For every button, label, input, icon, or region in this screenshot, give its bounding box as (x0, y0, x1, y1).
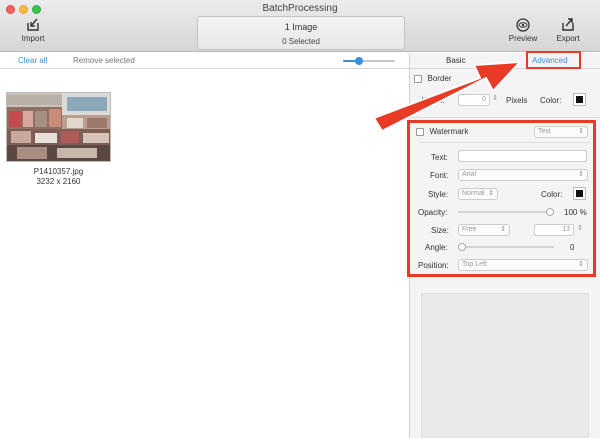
border-width-value: 0 (482, 96, 486, 103)
remove-selected-link[interactable]: Remove selected (73, 56, 135, 65)
clear-all-link[interactable]: Clear all (18, 56, 47, 65)
border-pixels-label: Pixels (506, 96, 528, 105)
image-item[interactable]: P1410357.jpg 3232 x 2160 (6, 92, 111, 186)
thumbnail-photo (7, 93, 110, 161)
image-dimensions: 3232 x 2160 (36, 177, 81, 186)
export-label: Export (556, 34, 580, 43)
import-button[interactable]: Import (11, 18, 55, 43)
preview-label: Preview (508, 34, 538, 43)
border-color-well[interactable] (573, 93, 586, 106)
image-count: 1 Image (284, 22, 318, 32)
border-color-label: Color: (540, 96, 562, 105)
annotation-highlight-advanced (526, 51, 581, 69)
tab-basic[interactable]: Basic (446, 56, 466, 65)
export-button[interactable]: Export (546, 18, 590, 43)
import-icon (27, 18, 39, 31)
border-width-label: Width: (422, 96, 445, 105)
border-option[interactable]: Border (414, 73, 452, 83)
settings-tabs: Basic Advanced (410, 51, 600, 69)
watermark-preview-area (421, 293, 589, 438)
status-display: 1 Image 0 Selected (197, 16, 405, 50)
zoom-slider-knob[interactable] (354, 57, 363, 65)
window-toolbar: BatchProcessing Import 1 Image 0 Selecte… (0, 0, 600, 52)
border-label: Border (427, 74, 452, 83)
image-thumbnail[interactable] (6, 92, 111, 162)
import-label: Import (21, 34, 45, 43)
selected-count: 0 Selected (282, 37, 320, 46)
window-title: BatchProcessing (262, 3, 338, 14)
preview-icon (516, 18, 530, 32)
border-width-stepper[interactable]: ⇕ (492, 94, 498, 102)
image-list-toolbar: Clear all Remove selected (0, 53, 409, 69)
export-icon (562, 18, 574, 31)
image-filename: P1410357.jpg (33, 167, 84, 176)
border-width-field[interactable]: 0 (458, 94, 490, 106)
thumbnail-zoom-slider[interactable] (343, 57, 395, 65)
annotation-highlight-watermark (407, 120, 596, 277)
border-checkbox[interactable] (414, 74, 422, 83)
preview-button[interactable]: Preview (501, 18, 545, 43)
section-separator (410, 117, 600, 118)
